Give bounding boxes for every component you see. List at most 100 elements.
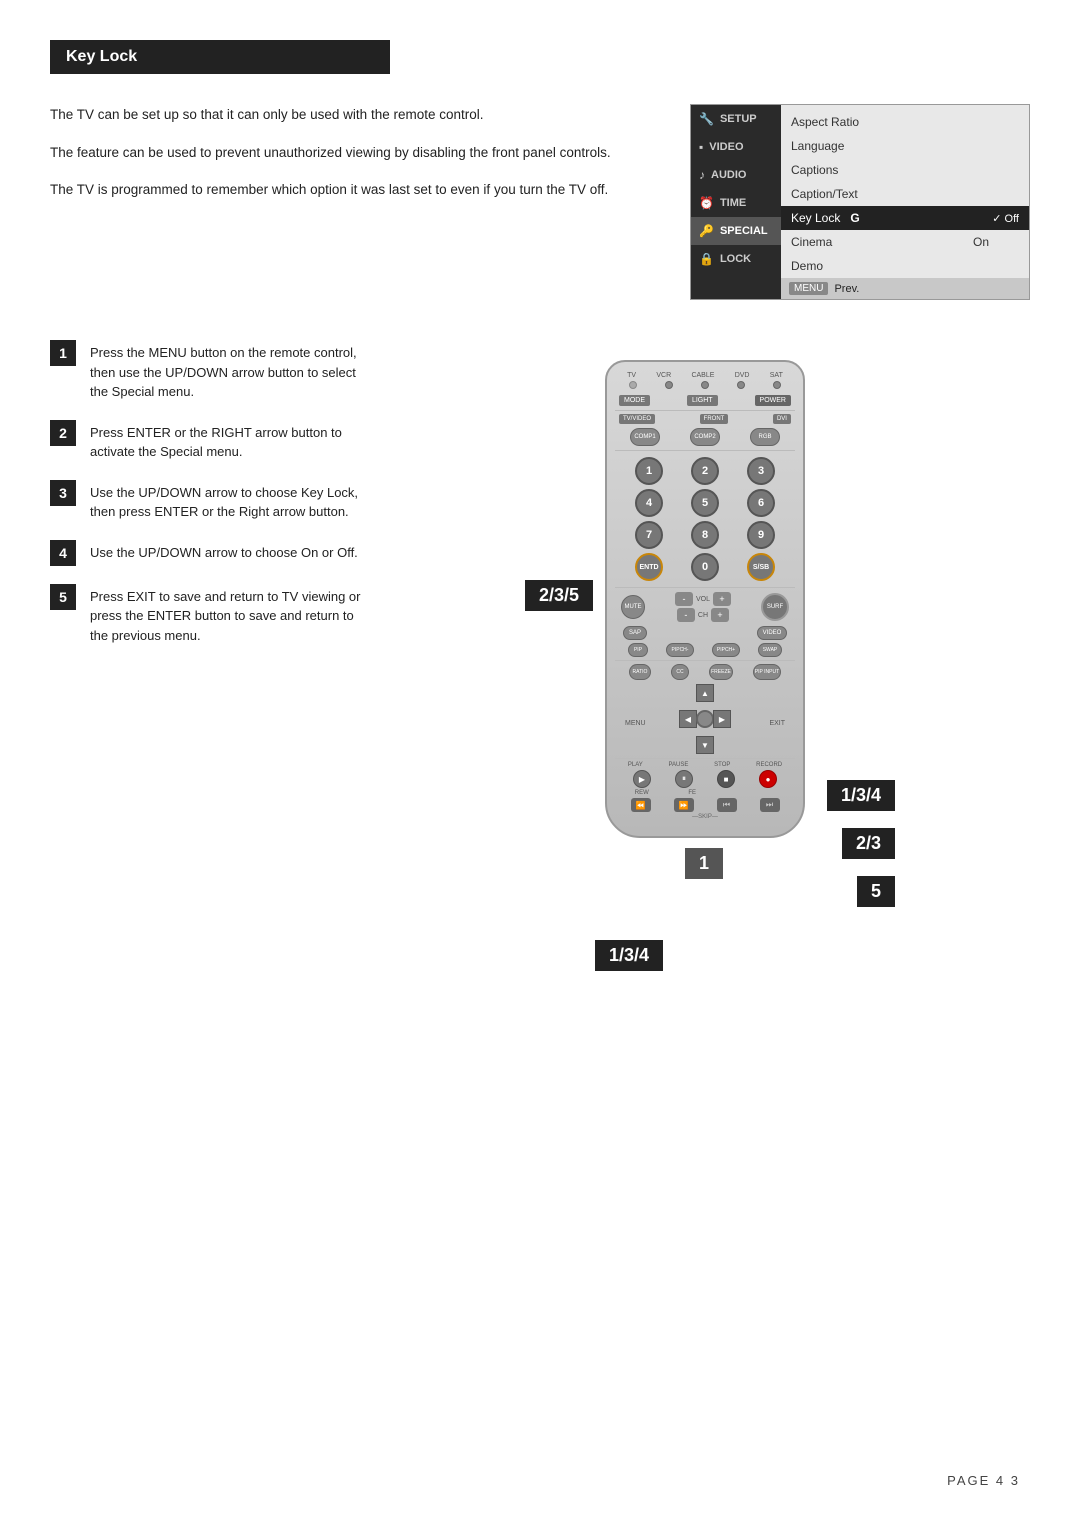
pipch-plus-btn[interactable]: PIPCH+ [712, 643, 740, 657]
sap-video-row: SAP VIDEO [623, 626, 787, 640]
badge-134-top: 1/3/4 [827, 780, 895, 811]
arrow-up[interactable]: ▲ [696, 684, 714, 702]
rew-labels: REW FE [615, 790, 795, 796]
key-7[interactable]: 7 [635, 521, 663, 549]
step-text-1: Press the MENU button on the remote cont… [90, 340, 370, 402]
key-entd[interactable]: ENTD [635, 553, 663, 581]
comp2-btn[interactable]: COMP2 [690, 428, 720, 446]
key-3[interactable]: 3 [747, 457, 775, 485]
cc-btn[interactable]: CC [671, 664, 689, 680]
dvd-label: DVD [735, 372, 750, 379]
sap-btn[interactable]: SAP [623, 626, 647, 640]
step-num-4: 4 [50, 540, 76, 566]
key-5[interactable]: 5 [691, 489, 719, 517]
vcr-indicator [665, 381, 673, 389]
step-num-3: 3 [50, 480, 76, 506]
remote-control: TV VCR CABLE DVD SAT [605, 360, 805, 838]
menu-right-panel: Aspect Ratio Language Captions Caption/T… [781, 105, 1029, 299]
keylock-options: ✓ Off [992, 212, 1019, 225]
tvvideo-btn[interactable]: TV/VIDEO [619, 414, 655, 424]
desc-para1: The TV can be set up so that it can only… [50, 104, 660, 126]
step-3: 3 Use the UP/DOWN arrow to choose Key Lo… [50, 480, 370, 522]
ch-minus[interactable]: - [677, 608, 695, 622]
menu-item-video: ▪ VIDEO [691, 133, 781, 161]
key-0[interactable]: 0 [691, 553, 719, 581]
step-2: 2 Press ENTER or the RIGHT arrow button … [50, 420, 370, 462]
exit-label-remote: EXIT [769, 720, 785, 727]
menu-item-special: 🔑 SPECIAL [691, 217, 781, 245]
freeze-btn[interactable]: FREEZE [709, 664, 733, 680]
number-grid: 1 2 3 4 5 6 7 8 9 ENTD 0 S/SB [623, 457, 787, 581]
ch-plus[interactable]: + [711, 608, 729, 622]
cinema-label: Cinema [791, 235, 832, 249]
rew-label: REW [635, 790, 649, 796]
front-btn[interactable]: FRONT [700, 414, 729, 424]
vol-minus[interactable]: - [675, 592, 693, 606]
key-6[interactable]: 6 [747, 489, 775, 517]
rew-btn[interactable]: ⏪ [631, 798, 651, 812]
menu-option-keylock: Key Lock G ✓ Off [781, 206, 1029, 230]
video-select-btn[interactable]: VIDEO [757, 626, 787, 640]
pipinput-btn[interactable]: PIP INPUT [753, 664, 781, 680]
pause-btn[interactable]: ⏸ [675, 770, 693, 788]
swap-btn[interactable]: SWAP [758, 643, 782, 657]
dvd-indicator [737, 381, 745, 389]
pip-btn[interactable]: PIP [628, 643, 648, 657]
menu-label-remote: MENU [625, 720, 646, 727]
skip-btns: ⏪ ⏩ ⏮ ⏭ [619, 798, 791, 812]
pipch-minus-btn[interactable]: PIPCH- [666, 643, 694, 657]
sat-label: SAT [770, 372, 783, 379]
enter-btn[interactable] [696, 710, 714, 728]
menu-item-setup: 🔧 SETUP [691, 105, 781, 133]
menu-footer: MENU Prev. [781, 278, 1029, 299]
power-btn[interactable]: POWER [755, 395, 791, 406]
menu-option-cinema: Cinema On [781, 230, 1029, 254]
time-icon: ⏰ [699, 196, 714, 210]
divider-1 [615, 410, 795, 411]
key-2[interactable]: 2 [691, 457, 719, 485]
mode-btn[interactable]: MODE [619, 395, 650, 406]
step-num-1: 1 [50, 340, 76, 366]
skipback-btn[interactable]: ⏮ [717, 798, 737, 812]
mute-btn[interactable]: MUTE [621, 595, 645, 619]
mute-surf-row: MUTE - VOL + - CH + [621, 592, 789, 622]
menu-btn-label: MENU [789, 282, 828, 295]
menu-label-time: TIME [720, 197, 746, 209]
record-btn[interactable]: ● [759, 770, 777, 788]
badge-134-bottom: 1/3/4 [595, 940, 663, 971]
key-4[interactable]: 4 [635, 489, 663, 517]
step-4: 4 Use the UP/DOWN arrow to choose On or … [50, 540, 370, 566]
transport-labels: PLAY PAUSE STOP RECORD [615, 762, 795, 768]
menu-prev-label: Prev. [834, 283, 859, 295]
comp1-btn[interactable]: COMP1 [630, 428, 660, 446]
step-num-2: 2 [50, 420, 76, 446]
play-btn[interactable]: ▶ [633, 770, 651, 788]
steps-list: 1 Press the MENU button on the remote co… [50, 340, 370, 838]
vol-plus[interactable]: + [713, 592, 731, 606]
stop-btn[interactable]: ■ [717, 770, 735, 788]
stop-label: STOP [714, 762, 730, 768]
key-ssb[interactable]: S/SB [747, 553, 775, 581]
surf-btn[interactable]: SURF [761, 593, 789, 621]
menu-label-setup: SETUP [720, 113, 757, 125]
menu-option-captions: Captions [781, 158, 1029, 182]
dvi-btn[interactable]: DVI [773, 414, 791, 424]
key-9[interactable]: 9 [747, 521, 775, 549]
key-8[interactable]: 8 [691, 521, 719, 549]
skipfwd-btn[interactable]: ⏭ [760, 798, 780, 812]
step-1: 1 Press the MENU button on the remote co… [50, 340, 370, 402]
arrow-right[interactable]: ▶ [713, 710, 731, 728]
key-1[interactable]: 1 [635, 457, 663, 485]
arrow-down[interactable]: ▼ [696, 736, 714, 754]
vol-row: - VOL + [675, 592, 731, 606]
desc-para2: The feature can be used to prevent unaut… [50, 142, 660, 164]
divider-4 [615, 660, 795, 661]
rgb-btn[interactable]: RGB [750, 428, 780, 446]
page-footer: PAGE 4 3 [947, 1473, 1020, 1488]
fe-btn[interactable]: ⏩ [674, 798, 694, 812]
tv-label: TV [627, 372, 636, 379]
light-btn[interactable]: LIGHT [687, 395, 718, 406]
arrow-left[interactable]: ◀ [679, 710, 697, 728]
ratio-btn[interactable]: RATIO [629, 664, 651, 680]
source-indicators [615, 381, 795, 389]
